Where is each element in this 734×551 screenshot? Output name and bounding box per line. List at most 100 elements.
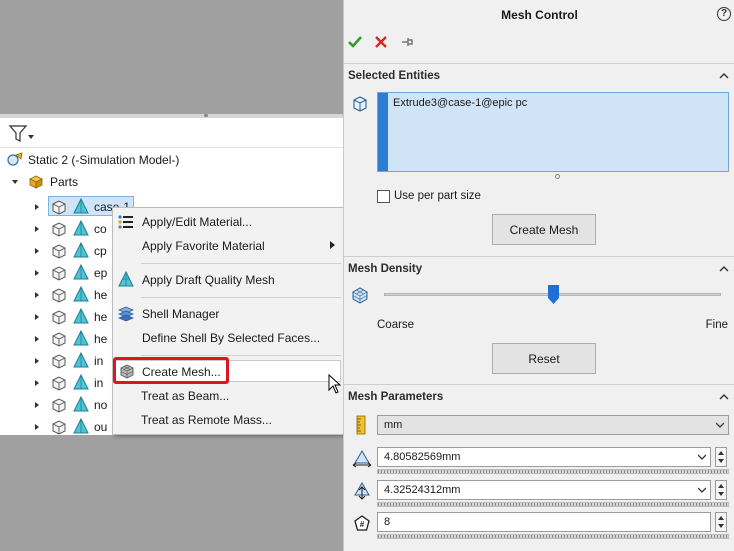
menu-item-apply-draft-quality-mesh[interactable]: Apply Draft Quality Mesh: [113, 268, 343, 292]
reset-button[interactable]: Reset: [492, 343, 596, 374]
fine-label: Fine: [705, 319, 728, 331]
tree-part-item[interactable]: ou: [32, 416, 107, 435]
menu-item-apply-favorite-material[interactable]: Apply Favorite Material: [113, 234, 343, 258]
menu-item-treat-as-beam[interactable]: Treat as Beam...: [112, 384, 342, 408]
tree-parts-folder[interactable]: Parts: [10, 171, 78, 193]
expand-right-icon[interactable]: [32, 400, 42, 410]
svg-text:#: #: [360, 520, 365, 529]
expand-down-icon[interactable]: [10, 177, 20, 187]
tree-part-label: co: [94, 222, 107, 236]
element-size-icon: [352, 450, 372, 468]
tree-part-label: cp: [94, 244, 107, 258]
expand-right-icon[interactable]: [32, 268, 42, 278]
menu-item-treat-as-remote-mass[interactable]: Treat as Remote Mass...: [112, 408, 342, 432]
ok-check-icon[interactable]: [347, 34, 363, 50]
solid-body-icon: [52, 244, 66, 259]
tree-part-item[interactable]: he: [32, 328, 107, 350]
expand-right-icon[interactable]: [32, 224, 42, 234]
mesh-density-icon: [352, 287, 368, 304]
material-list-icon: [118, 215, 133, 229]
tree-part-item[interactable]: ep: [32, 262, 107, 284]
tree-part-label: he: [94, 310, 108, 324]
mesh-density-slider-thumb[interactable]: [547, 285, 559, 304]
menu-item-apply-edit-material[interactable]: Apply/Edit Material...: [113, 210, 343, 234]
tree-part-item[interactable]: no: [32, 394, 107, 416]
expand-right-icon[interactable]: [32, 246, 42, 256]
help-icon[interactable]: ?: [717, 7, 731, 21]
expand-right-icon[interactable]: [32, 422, 42, 432]
cancel-x-icon[interactable]: [373, 34, 389, 50]
tree-part-item[interactable]: in: [32, 372, 103, 394]
expand-right-icon[interactable]: [32, 202, 42, 212]
element-size-thumbwheel[interactable]: [377, 469, 729, 474]
layers-count-icon: #: [354, 515, 370, 531]
mesh-part-icon: [73, 220, 89, 236]
layers-thumbwheel[interactable]: [377, 534, 729, 539]
section-mesh-density: Mesh Density Coarse Fine Reset: [344, 256, 734, 384]
chevron-down-icon[interactable]: [698, 487, 706, 493]
collapse-up-icon[interactable]: [719, 265, 729, 272]
element-size-input[interactable]: 4.80582569mm: [377, 447, 711, 467]
mesh-part-icon: [73, 286, 89, 302]
menu-item-shell-manager[interactable]: Shell Manager: [113, 302, 343, 326]
solid-body-icon: [52, 332, 66, 347]
solid-body-icon: [52, 310, 66, 325]
expand-right-icon[interactable]: [32, 290, 42, 300]
tree-root-simulation[interactable]: Static 2 (-Simulation Model-): [6, 149, 179, 171]
mesh-part-icon: [73, 308, 89, 324]
menu-item-define-shell-by-selected-faces[interactable]: Define Shell By Selected Faces...: [113, 326, 343, 350]
solid-body-icon: [52, 288, 66, 303]
mesh-part-icon: [73, 352, 89, 368]
coarse-label: Coarse: [377, 319, 415, 331]
mesh-part-icon: [73, 198, 89, 214]
pushpin-icon[interactable]: [399, 34, 415, 50]
draft-mesh-icon: [118, 271, 134, 287]
solid-body-icon: [52, 398, 66, 413]
layers-spinner[interactable]: [715, 512, 727, 532]
chevron-down-icon[interactable]: [698, 454, 706, 460]
simulation-study-icon: [7, 152, 23, 166]
tolerance-input[interactable]: 4.32524312mm: [377, 480, 711, 500]
mesh-control-property-manager: Mesh Control ? Selected Entities Extrude…: [343, 0, 734, 551]
selection-marker: [378, 93, 388, 171]
expand-right-icon[interactable]: [32, 378, 42, 388]
selected-entities-list[interactable]: Extrude3@case-1@epic pc: [377, 92, 729, 172]
use-per-part-size-checkbox[interactable]: [377, 190, 390, 203]
section-selected-entities: Selected Entities Extrude3@case-1@epic p…: [344, 63, 734, 256]
mouse-cursor-icon: [328, 374, 342, 394]
tree-part-label: ou: [94, 420, 108, 434]
tolerance-spinner[interactable]: [715, 480, 727, 500]
shell-stack-icon: [117, 306, 135, 322]
mesh-part-icon: [73, 396, 89, 412]
layers-input[interactable]: 8: [377, 512, 711, 532]
tree-part-item[interactable]: in: [32, 350, 103, 372]
tree-part-label: in: [94, 376, 104, 390]
use-per-part-size-label: Use per part size: [394, 190, 481, 202]
collapse-up-icon[interactable]: [719, 393, 729, 400]
tree-part-item[interactable]: he: [32, 306, 107, 328]
tree-part-label: ep: [94, 266, 108, 280]
pm-title: Mesh Control: [501, 8, 578, 22]
tolerance-thumbwheel[interactable]: [377, 502, 729, 507]
element-size-spinner[interactable]: [715, 447, 727, 467]
tree-part-item[interactable]: co: [32, 218, 107, 240]
solid-body-icon: [52, 354, 66, 369]
mesh-part-icon: [73, 264, 89, 280]
selected-entity-item[interactable]: Extrude3@case-1@epic pc: [393, 97, 527, 109]
menu-separator: [141, 297, 341, 298]
tree-parts-label: Parts: [50, 175, 79, 189]
tree-part-item[interactable]: cp: [32, 240, 107, 262]
expand-right-icon[interactable]: [32, 334, 42, 344]
unit-select[interactable]: mm: [377, 415, 729, 435]
tolerance-icon: [354, 482, 370, 500]
solid-body-icon: [52, 376, 66, 391]
filter-icon[interactable]: [8, 124, 36, 144]
mesh-part-icon: [73, 330, 89, 346]
expand-right-icon[interactable]: [32, 356, 42, 366]
chevron-down-icon: [716, 422, 724, 428]
resize-grip-icon[interactable]: [555, 174, 560, 179]
collapse-up-icon[interactable]: [719, 72, 729, 79]
create-mesh-button[interactable]: Create Mesh: [492, 214, 596, 245]
tree-part-item[interactable]: he: [32, 284, 107, 306]
expand-right-icon[interactable]: [32, 312, 42, 322]
